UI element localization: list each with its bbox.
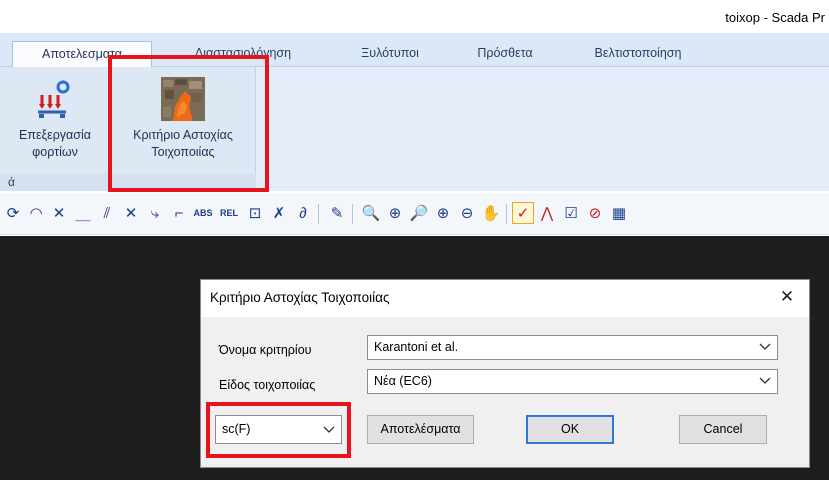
drawing-toolbar: ⟳ ◠ ✕ ＿ ⫽ ✕ ⤷ ⌐ ABS REL ⊡ ✗ ∂ ✎ 🔍 ⊕ 🔎 ⊕ … xyxy=(0,193,829,235)
abs-icon[interactable]: ABS xyxy=(192,202,214,224)
window-title: toixop - Scada Pr xyxy=(725,10,825,25)
checkbox-icon[interactable]: ☑ xyxy=(560,202,582,224)
chevron-down-icon xyxy=(759,373,771,387)
load-arrows-icon xyxy=(4,75,106,119)
hand-pan-icon[interactable]: ✋ xyxy=(480,202,502,224)
chevron-down-icon xyxy=(323,422,335,436)
load-processing-label-1: Επεξεργασία xyxy=(18,128,91,142)
parallel-icon[interactable]: ⫽ xyxy=(96,202,118,224)
tab-addons[interactable]: Πρόσθετα xyxy=(465,41,545,67)
criterion-select[interactable]: Karantoni et al. xyxy=(367,335,778,360)
close-icon[interactable]: ✕ xyxy=(777,287,797,307)
zoom-prev-icon[interactable]: 🔎 xyxy=(408,202,430,224)
chart-line-icon[interactable]: ⋀ xyxy=(536,202,558,224)
masonry-criterion-dialog: Κριτήριο Αστοχίας Τοιχοποιίας ✕ Όνομα κρ… xyxy=(200,279,810,468)
dialog-title-bar: Κριτήριο Αστοχίας Τοιχοποιίας ✕ xyxy=(201,280,809,317)
target-icon[interactable]: ⊘ xyxy=(584,202,606,224)
zoom-window-icon[interactable]: 🔍 xyxy=(360,202,382,224)
toolbar-separator xyxy=(506,204,507,224)
cancel-button[interactable]: Cancel xyxy=(679,415,767,444)
cross-icon[interactable]: ✕ xyxy=(48,202,70,224)
function-select[interactable]: sc(F) xyxy=(215,415,342,444)
masonry-type-label: Είδος τοιχοποιίας xyxy=(219,378,316,392)
tab-results[interactable]: Αποτελεσματα xyxy=(12,41,152,68)
link-icon[interactable]: ∂ xyxy=(292,202,314,224)
masonry-type-select[interactable]: Νέα (EC6) xyxy=(367,369,778,394)
masonry-type-value: Νέα (EC6) xyxy=(374,374,432,388)
select-box-icon[interactable]: ⊡ xyxy=(244,202,266,224)
masonry-criterion-button[interactable]: Κριτήριο Αστοχίας Τοιχοποιίας xyxy=(112,75,254,161)
rotate-icon[interactable]: ⟳ xyxy=(2,202,24,224)
ribbon-group-label: ά xyxy=(8,175,15,189)
pen-icon[interactable]: ✎ xyxy=(326,202,348,224)
dim-line-icon[interactable]: ＿ xyxy=(72,202,94,224)
function-value: sc(F) xyxy=(222,422,251,436)
criterion-value: Karantoni et al. xyxy=(374,340,459,354)
rel-icon[interactable]: REL xyxy=(218,202,240,224)
toolbar-separator xyxy=(318,204,319,224)
snap-icon[interactable]: ⤷ xyxy=(144,202,166,224)
ribbon-group-footer: ά xyxy=(0,174,256,191)
criterion-label: Όνομα κριτηρίου xyxy=(219,343,312,357)
corner-icon[interactable]: ⌐ xyxy=(168,202,190,224)
chevron-down-icon xyxy=(759,339,771,353)
zoom-in-icon[interactable]: ⊕ xyxy=(432,202,454,224)
ribbon-group: Επεξεργασία φορτίων Κριτήριο Αστοχίας Το… xyxy=(0,67,256,191)
title-bar: toixop - Scada Pr xyxy=(0,0,829,33)
load-processing-button[interactable]: Επεξεργασία φορτίων xyxy=(4,75,106,161)
toolbar-separator xyxy=(352,204,353,224)
zoom-out-icon[interactable]: ⊖ xyxy=(456,202,478,224)
masonry-texture-icon xyxy=(112,75,254,121)
grid-colors-icon[interactable]: ▦ xyxy=(608,202,630,224)
load-processing-label-2: φορτίων xyxy=(32,145,78,159)
intersect-icon[interactable]: ✕ xyxy=(120,202,142,224)
app-window: toixop - Scada Pr Αποτελεσματα Διαστασιο… xyxy=(0,0,829,480)
dialog-title: Κριτήριο Αστοχίας Τοιχοποιίας xyxy=(210,290,390,305)
tab-design[interactable]: Διαστασιολόγηση xyxy=(168,41,318,67)
masonry-criterion-label-1: Κριτήριο Αστοχίας xyxy=(133,128,233,142)
ok-button[interactable]: OK xyxy=(526,415,614,444)
results-button[interactable]: Αποτελέσματα xyxy=(367,415,474,444)
tab-formwork[interactable]: Ξυλότυποι xyxy=(350,41,430,67)
arc-icon[interactable]: ◠ xyxy=(25,202,47,224)
check-toggle-icon[interactable]: ✓ xyxy=(512,202,534,224)
masonry-criterion-label-2: Τοιχοποιίας xyxy=(151,145,215,159)
ribbon-panel: Επεξεργασία φορτίων Κριτήριο Αστοχίας Το… xyxy=(0,55,829,192)
tab-optimization[interactable]: Βελτιστοποίηση xyxy=(578,41,698,67)
zoom-pan-icon[interactable]: ⊕ xyxy=(384,202,406,224)
ribbon-tab-strip: Αποτελεσματα Διαστασιολόγηση Ξυλότυποι Π… xyxy=(0,33,829,68)
delete-icon[interactable]: ✗ xyxy=(268,202,290,224)
